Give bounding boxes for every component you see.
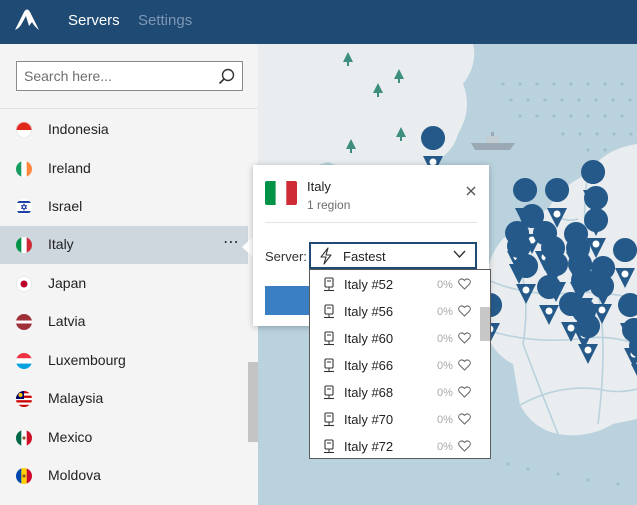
country-item-mexico[interactable]: Mexico (0, 419, 248, 457)
server-name: Italy #70 (344, 412, 394, 427)
country-label: Mexico (48, 429, 93, 445)
top-bar: Servers Settings (0, 0, 637, 44)
server-option[interactable]: Italy #56 0% (310, 298, 480, 325)
server-option[interactable]: Italy #52 0% (310, 271, 480, 298)
sidebar: Indonesia Ireland Israel Italy ⋯ Japan (0, 44, 258, 505)
server-option[interactable]: Italy #66 0% (310, 352, 480, 379)
flag-israel-icon (16, 199, 32, 215)
tab-servers[interactable]: Servers (68, 12, 120, 29)
country-item-japan[interactable]: Japan (0, 265, 248, 303)
country-label: Italy (48, 236, 74, 252)
flag-ireland-icon (16, 161, 32, 177)
country-label: Luxembourg (48, 352, 126, 368)
country-label: Moldova (48, 467, 101, 483)
flag-japan-icon (16, 276, 32, 292)
country-item-malaysia[interactable]: Malaysia (0, 380, 248, 418)
flag-mexico-icon (16, 430, 32, 446)
heart-icon[interactable] (458, 359, 471, 371)
heart-icon[interactable] (458, 440, 471, 452)
server-load: 0% (437, 360, 453, 372)
country-item-ireland[interactable]: Ireland (0, 150, 248, 188)
popup-arrow (242, 237, 253, 257)
close-icon[interactable] (466, 186, 476, 196)
heart-icon[interactable] (458, 305, 471, 317)
country-label: Ireland (48, 160, 91, 176)
heart-icon[interactable] (458, 386, 471, 398)
server-load: 0% (437, 279, 453, 291)
server-dropdown[interactable]: Italy #52 0% Italy #56 0% Italy #60 0% I… (309, 269, 491, 459)
popup-title: Italy (307, 179, 331, 194)
server-option[interactable]: Italy #60 0% (310, 325, 480, 352)
server-load: 0% (437, 306, 453, 318)
ship-icon (471, 132, 515, 150)
country-label: Israel (48, 198, 83, 214)
country-label: Japan (48, 275, 87, 291)
tab-settings[interactable]: Settings (138, 12, 192, 29)
server-icon (324, 385, 334, 400)
server-icon (324, 439, 334, 454)
country-item-luxembourg[interactable]: Luxembourg (0, 342, 248, 380)
server-icon (324, 277, 334, 292)
server-select[interactable]: Fastest (309, 242, 477, 269)
server-icon (324, 304, 334, 319)
server-load: 0% (437, 387, 453, 399)
flag-malaysia-icon (16, 391, 32, 407)
country-item-moldova[interactable]: Moldova (0, 457, 248, 495)
server-icon (324, 358, 334, 373)
connect-button[interactable] (265, 286, 315, 315)
heart-icon[interactable] (458, 413, 471, 425)
dropdown-scrollbar[interactable] (480, 307, 490, 341)
country-label: Indonesia (48, 121, 109, 137)
server-name: Italy #68 (344, 385, 394, 400)
heart-icon[interactable] (458, 332, 471, 344)
flag-luxembourg-icon (16, 353, 32, 369)
server-name: Italy #56 (344, 304, 394, 319)
country-item-italy[interactable]: Italy ⋯ (0, 226, 248, 264)
country-item-indonesia[interactable]: Indonesia (0, 111, 248, 149)
flag-latvia-icon (16, 314, 32, 330)
server-name: Italy #72 (344, 439, 394, 454)
search-icon[interactable] (218, 68, 235, 85)
sidebar-scrollbar[interactable] (248, 362, 258, 442)
server-name: Italy #66 (344, 358, 394, 373)
more-options-icon[interactable]: ⋯ (223, 232, 240, 252)
server-option[interactable]: Italy #70 0% (310, 406, 480, 433)
server-load: 0% (437, 414, 453, 426)
sidebar-divider (0, 108, 258, 109)
search-box (16, 61, 243, 91)
server-option[interactable]: Italy #68 0% (310, 379, 480, 406)
server-name: Italy #60 (344, 331, 394, 346)
server-icon (324, 331, 334, 346)
server-load: 0% (437, 441, 453, 453)
popup-divider (265, 222, 477, 223)
server-label: Server: (265, 249, 307, 264)
country-label: Latvia (48, 313, 86, 329)
server-name: Italy #52 (344, 277, 394, 292)
nordvpn-logo-icon[interactable] (13, 8, 41, 32)
server-select-value: Fastest (343, 249, 386, 264)
server-icon (324, 412, 334, 427)
country-item-latvia[interactable]: Latvia (0, 303, 248, 341)
search-input[interactable] (24, 67, 214, 85)
country-item-israel[interactable]: Israel (0, 188, 248, 226)
heart-icon[interactable] (458, 278, 471, 290)
server-option[interactable]: Italy #72 0% (310, 433, 480, 458)
country-label: Malaysia (48, 390, 104, 406)
server-load: 0% (437, 333, 453, 345)
flag-italy-icon (265, 181, 297, 205)
chevron-down-icon (453, 250, 466, 259)
popup-region-count: 1 region (307, 198, 351, 212)
lightning-icon (320, 247, 332, 265)
flag-moldova-icon (16, 468, 32, 484)
flag-italy-icon (16, 237, 32, 253)
flag-indonesia-icon (16, 122, 32, 138)
